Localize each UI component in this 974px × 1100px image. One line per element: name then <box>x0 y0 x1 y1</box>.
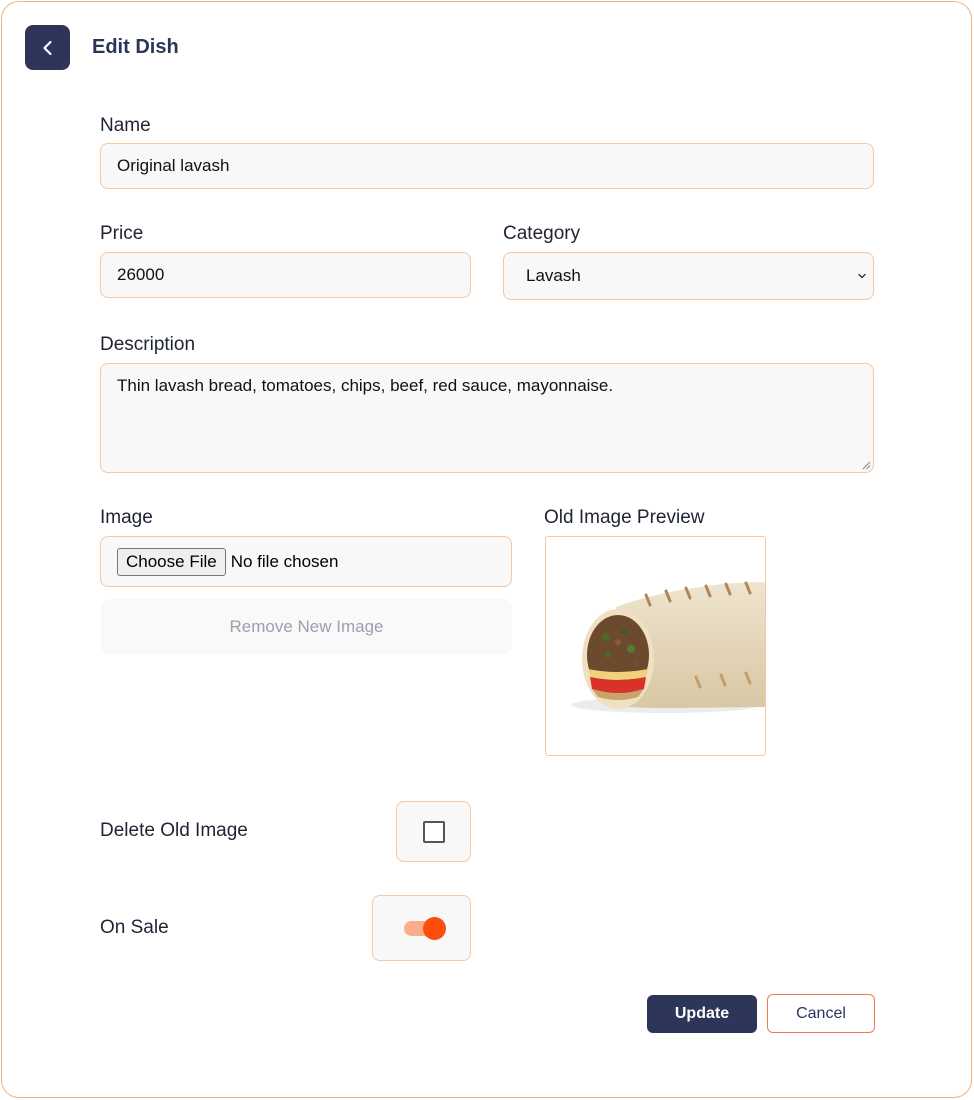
price-input-value: 26000 <box>117 265 165 284</box>
back-button[interactable] <box>25 25 70 70</box>
edit-dish-card: Edit Dish Name Original lavash Price 260… <box>1 1 972 1098</box>
update-button[interactable]: Update <box>647 995 757 1033</box>
category-label: Category <box>503 223 581 244</box>
name-input[interactable]: Original lavash <box>100 143 874 189</box>
cancel-button[interactable]: Cancel <box>767 994 875 1033</box>
file-status-text: No file chosen <box>230 551 339 571</box>
description-textarea[interactable]: Thin lavash bread, tomatoes, chips, beef… <box>100 363 874 473</box>
image-label: Image <box>100 507 153 528</box>
chevron-down-icon <box>858 273 866 279</box>
price-label: Price <box>100 223 144 244</box>
name-input-value: Original lavash <box>117 156 230 175</box>
chevron-left-icon <box>42 40 52 55</box>
old-image-preview-label: Old Image Preview <box>544 507 705 528</box>
on-sale-toggle-wrapper <box>372 895 471 961</box>
category-select[interactable]: Lavash <box>503 252 874 300</box>
price-input[interactable]: 26000 <box>100 252 471 298</box>
toggle-knob <box>422 916 446 940</box>
description-value: Thin lavash bread, tomatoes, chips, beef… <box>117 376 614 395</box>
name-label: Name <box>100 115 151 136</box>
resize-handle-icon[interactable] <box>862 461 871 470</box>
description-label: Description <box>100 334 196 355</box>
lavash-wrap-image <box>571 581 765 713</box>
remove-new-image-button[interactable]: Remove New Image <box>101 599 512 654</box>
on-sale-label: On Sale <box>100 917 169 938</box>
delete-old-image-label: Delete Old Image <box>100 820 248 841</box>
category-selected-value: Lavash <box>526 266 581 285</box>
choose-file-button[interactable]: Choose File <box>117 547 226 576</box>
page-title: Edit Dish <box>92 36 179 58</box>
image-file-input[interactable]: Choose File No file chosen <box>100 536 512 587</box>
delete-old-image-checkbox-wrapper <box>396 801 471 862</box>
old-image-preview <box>545 536 766 756</box>
on-sale-toggle[interactable] <box>403 916 446 940</box>
delete-old-image-checkbox[interactable] <box>422 820 445 843</box>
